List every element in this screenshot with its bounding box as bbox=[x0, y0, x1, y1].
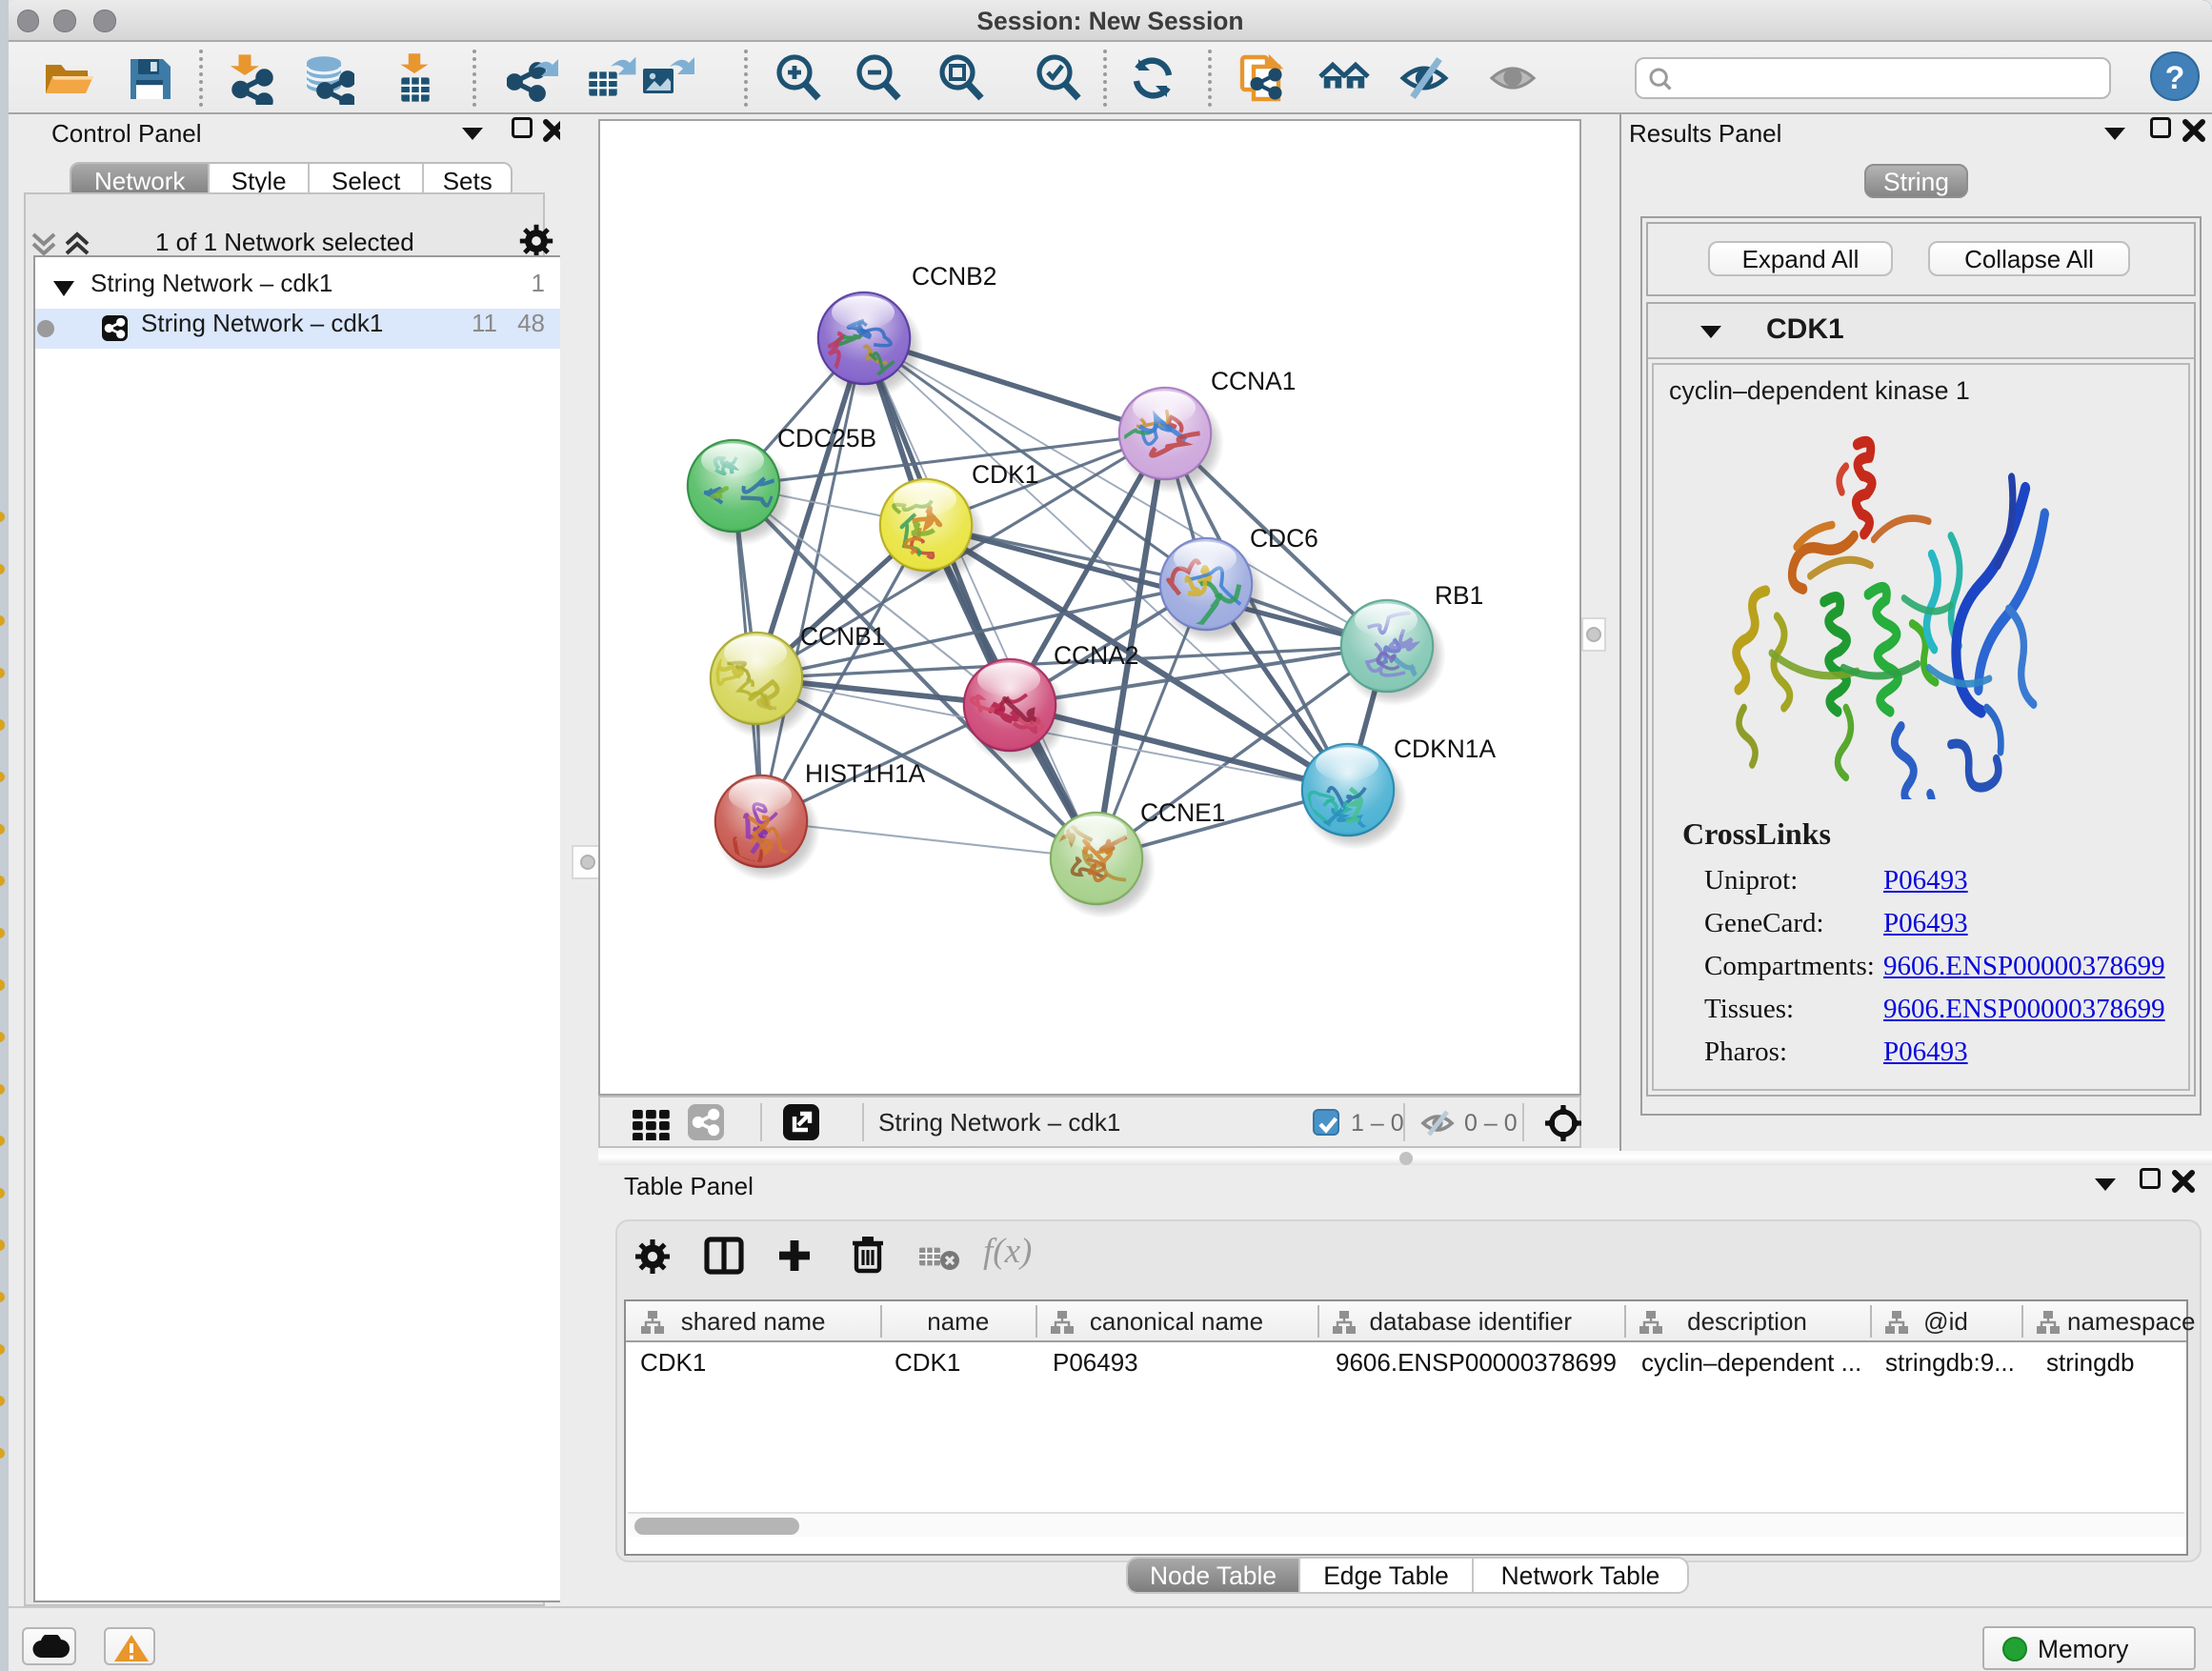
svg-text:CCNE1: CCNE1 bbox=[1140, 798, 1225, 827]
svg-text:CDKN1A: CDKN1A bbox=[1394, 735, 1496, 763]
svg-text:CCNB1: CCNB1 bbox=[800, 622, 885, 651]
svg-text:CCNA1: CCNA1 bbox=[1211, 367, 1296, 395]
svg-text:RB1: RB1 bbox=[1435, 581, 1483, 610]
svg-text:CCNB2: CCNB2 bbox=[912, 262, 996, 291]
svg-text:HIST1H1A: HIST1H1A bbox=[805, 759, 926, 788]
svg-text:CDK1: CDK1 bbox=[972, 460, 1038, 489]
svg-text:CCNA2: CCNA2 bbox=[1054, 641, 1138, 670]
svg-text:CDC25B: CDC25B bbox=[777, 424, 876, 453]
svg-text:CDC6: CDC6 bbox=[1250, 524, 1318, 553]
